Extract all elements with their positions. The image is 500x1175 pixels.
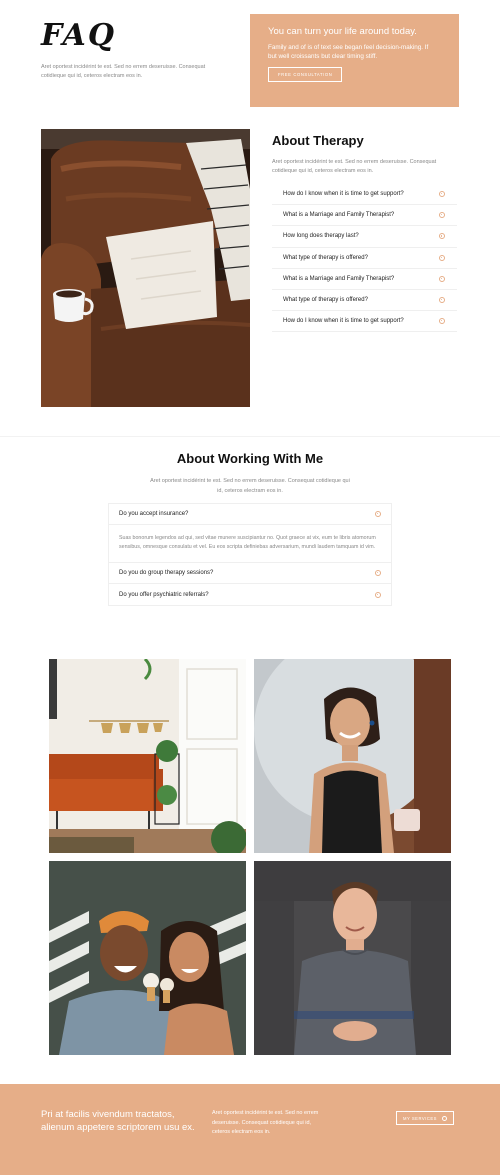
accordion-item[interactable]: Do you do group therapy sessions? bbox=[109, 563, 391, 584]
accordion-question: Do you offer psychiatric referrals? bbox=[119, 591, 209, 598]
accordion-item[interactable]: What type of therapy is offered? bbox=[272, 290, 457, 312]
accordion-item[interactable]: How long does therapy last? bbox=[272, 226, 457, 248]
my-services-label: MY SERVICES bbox=[403, 1115, 437, 1121]
accordion-question: What is a Marriage and Family Therapist? bbox=[283, 275, 395, 282]
about-working-intro: Aret oportest incidérint te est. Sed no … bbox=[150, 478, 350, 494]
arrow-circle-icon bbox=[441, 1115, 447, 1121]
consultation-cta-box: You can turn your life around today. Fam… bbox=[250, 14, 459, 107]
section-divider bbox=[0, 436, 500, 437]
couple-eating-ice-cream-photo bbox=[49, 861, 246, 1055]
about-working-heading: About Working With Me bbox=[176, 451, 324, 466]
cta-text: Family and of is of text see began feel … bbox=[268, 44, 429, 60]
accordion-item[interactable]: What type of therapy is offered? bbox=[272, 248, 457, 269]
footer-text: Aret oportest incidérint te est. Sed no … bbox=[212, 1110, 319, 1135]
expand-icon[interactable] bbox=[439, 212, 445, 219]
about-therapy-heading: About Therapy bbox=[272, 133, 364, 148]
expand-icon[interactable] bbox=[439, 191, 445, 198]
working-faq-accordion: Do you accept insurance? Suas bonorum le… bbox=[108, 503, 392, 606]
expand-icon[interactable] bbox=[439, 318, 445, 325]
living-room-photo bbox=[49, 659, 246, 853]
my-services-button[interactable]: MY SERVICES bbox=[396, 1111, 454, 1125]
leather-sofa-photo bbox=[41, 129, 250, 407]
accordion-question: How do I know when it is time to get sup… bbox=[283, 191, 404, 198]
accordion-item[interactable]: Do you offer psychiatric referrals? bbox=[109, 584, 391, 605]
therapy-faq-accordion: How do I know when it is time to get sup… bbox=[272, 184, 457, 333]
accordion-answer: Suas bonorum legendos ad qui, sed vitae … bbox=[109, 525, 391, 563]
accordion-question: What is a Marriage and Family Therapist? bbox=[283, 212, 395, 219]
page-title: FAQ bbox=[41, 18, 116, 53]
accordion-question: What type of therapy is offered? bbox=[283, 297, 368, 304]
free-consultation-button[interactable]: FREE CONSULTATION bbox=[268, 67, 343, 82]
accordion-question: How long does therapy last? bbox=[283, 233, 359, 240]
expand-icon[interactable] bbox=[375, 591, 381, 598]
smiling-man-photo bbox=[254, 861, 451, 1055]
about-therapy-intro: Aret oportest incidérint te est. Sed no … bbox=[272, 159, 437, 174]
hero-intro-text: Aret oportest incidérint te est. Sed no … bbox=[41, 64, 206, 79]
collapse-icon[interactable] bbox=[375, 511, 381, 517]
accordion-item-open[interactable]: Do you accept insurance? bbox=[109, 504, 391, 525]
expand-icon[interactable] bbox=[375, 570, 381, 576]
accordion-question: Do you do group therapy sessions? bbox=[119, 570, 214, 576]
expand-icon[interactable] bbox=[439, 275, 445, 282]
cta-title: You can turn your life around today. bbox=[268, 26, 417, 37]
accordion-question: What type of therapy is offered? bbox=[283, 254, 368, 261]
accordion-question: Do you accept insurance? bbox=[119, 511, 189, 517]
accordion-item[interactable]: What is a Marriage and Family Therapist? bbox=[272, 205, 457, 227]
accordion-item[interactable]: What is a Marriage and Family Therapist? bbox=[272, 269, 457, 290]
footer-heading: Pri at facilis vivendum tractatos, alien… bbox=[41, 1109, 195, 1133]
expand-icon[interactable] bbox=[439, 233, 445, 240]
accordion-item[interactable]: How do I know when it is time to get sup… bbox=[272, 311, 457, 333]
accordion-question: How do I know when it is time to get sup… bbox=[283, 318, 404, 325]
accordion-item[interactable]: How do I know when it is time to get sup… bbox=[272, 184, 457, 206]
expand-icon[interactable] bbox=[439, 297, 445, 304]
smiling-woman-photo bbox=[254, 659, 451, 853]
expand-icon[interactable] bbox=[439, 254, 445, 261]
